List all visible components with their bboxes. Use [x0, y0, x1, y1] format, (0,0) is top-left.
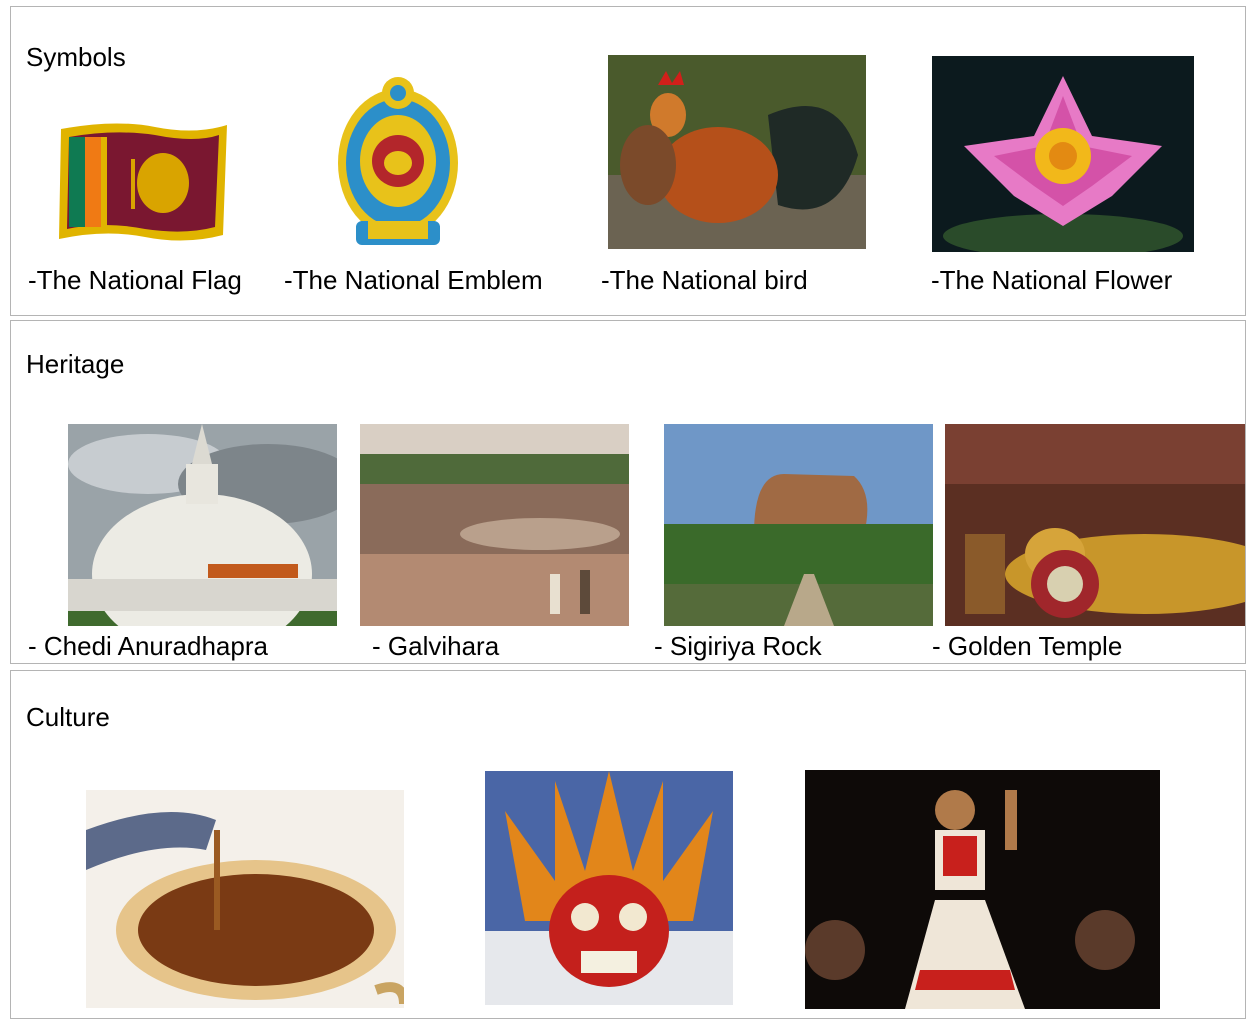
sigiriya-image: [664, 424, 933, 626]
kandyan-dancer-image: [805, 770, 1160, 1009]
caption-national-bird: -The National bird: [601, 265, 808, 295]
sri-lanka-flag-image: [55, 119, 231, 245]
heritage-title: Heritage: [26, 349, 125, 379]
caption-national-flag: -The National Flag: [28, 265, 242, 295]
heritage-section: Heritage - Chedi Anuradhapra - Galvihara…: [10, 320, 1246, 664]
culture-title: Culture: [26, 702, 110, 732]
caption-chedi: - Chedi Anuradhapra: [28, 631, 268, 661]
junglefowl-image: [608, 55, 866, 249]
devil-mask-image: [485, 771, 733, 1005]
caption-sigiriya: - Sigiriya Rock: [654, 631, 822, 661]
symbols-section: Symbols -The National Flag -The National…: [10, 6, 1246, 316]
rock-buddha-image: [360, 424, 629, 626]
tea-cup-image: [86, 790, 404, 1008]
caption-national-emblem: -The National Emblem: [284, 265, 543, 295]
national-emblem-image: [334, 71, 462, 251]
caption-galvihara: - Galvihara: [372, 631, 500, 661]
culture-section: Culture: [10, 670, 1246, 1019]
symbols-title: Symbols: [26, 42, 126, 72]
caption-golden-temple: - Golden Temple: [932, 631, 1123, 661]
water-lily-image: [932, 56, 1194, 252]
caption-national-flower: -The National Flower: [931, 265, 1173, 295]
stupa-image: [68, 424, 337, 626]
reclining-buddha-image: [945, 424, 1245, 626]
